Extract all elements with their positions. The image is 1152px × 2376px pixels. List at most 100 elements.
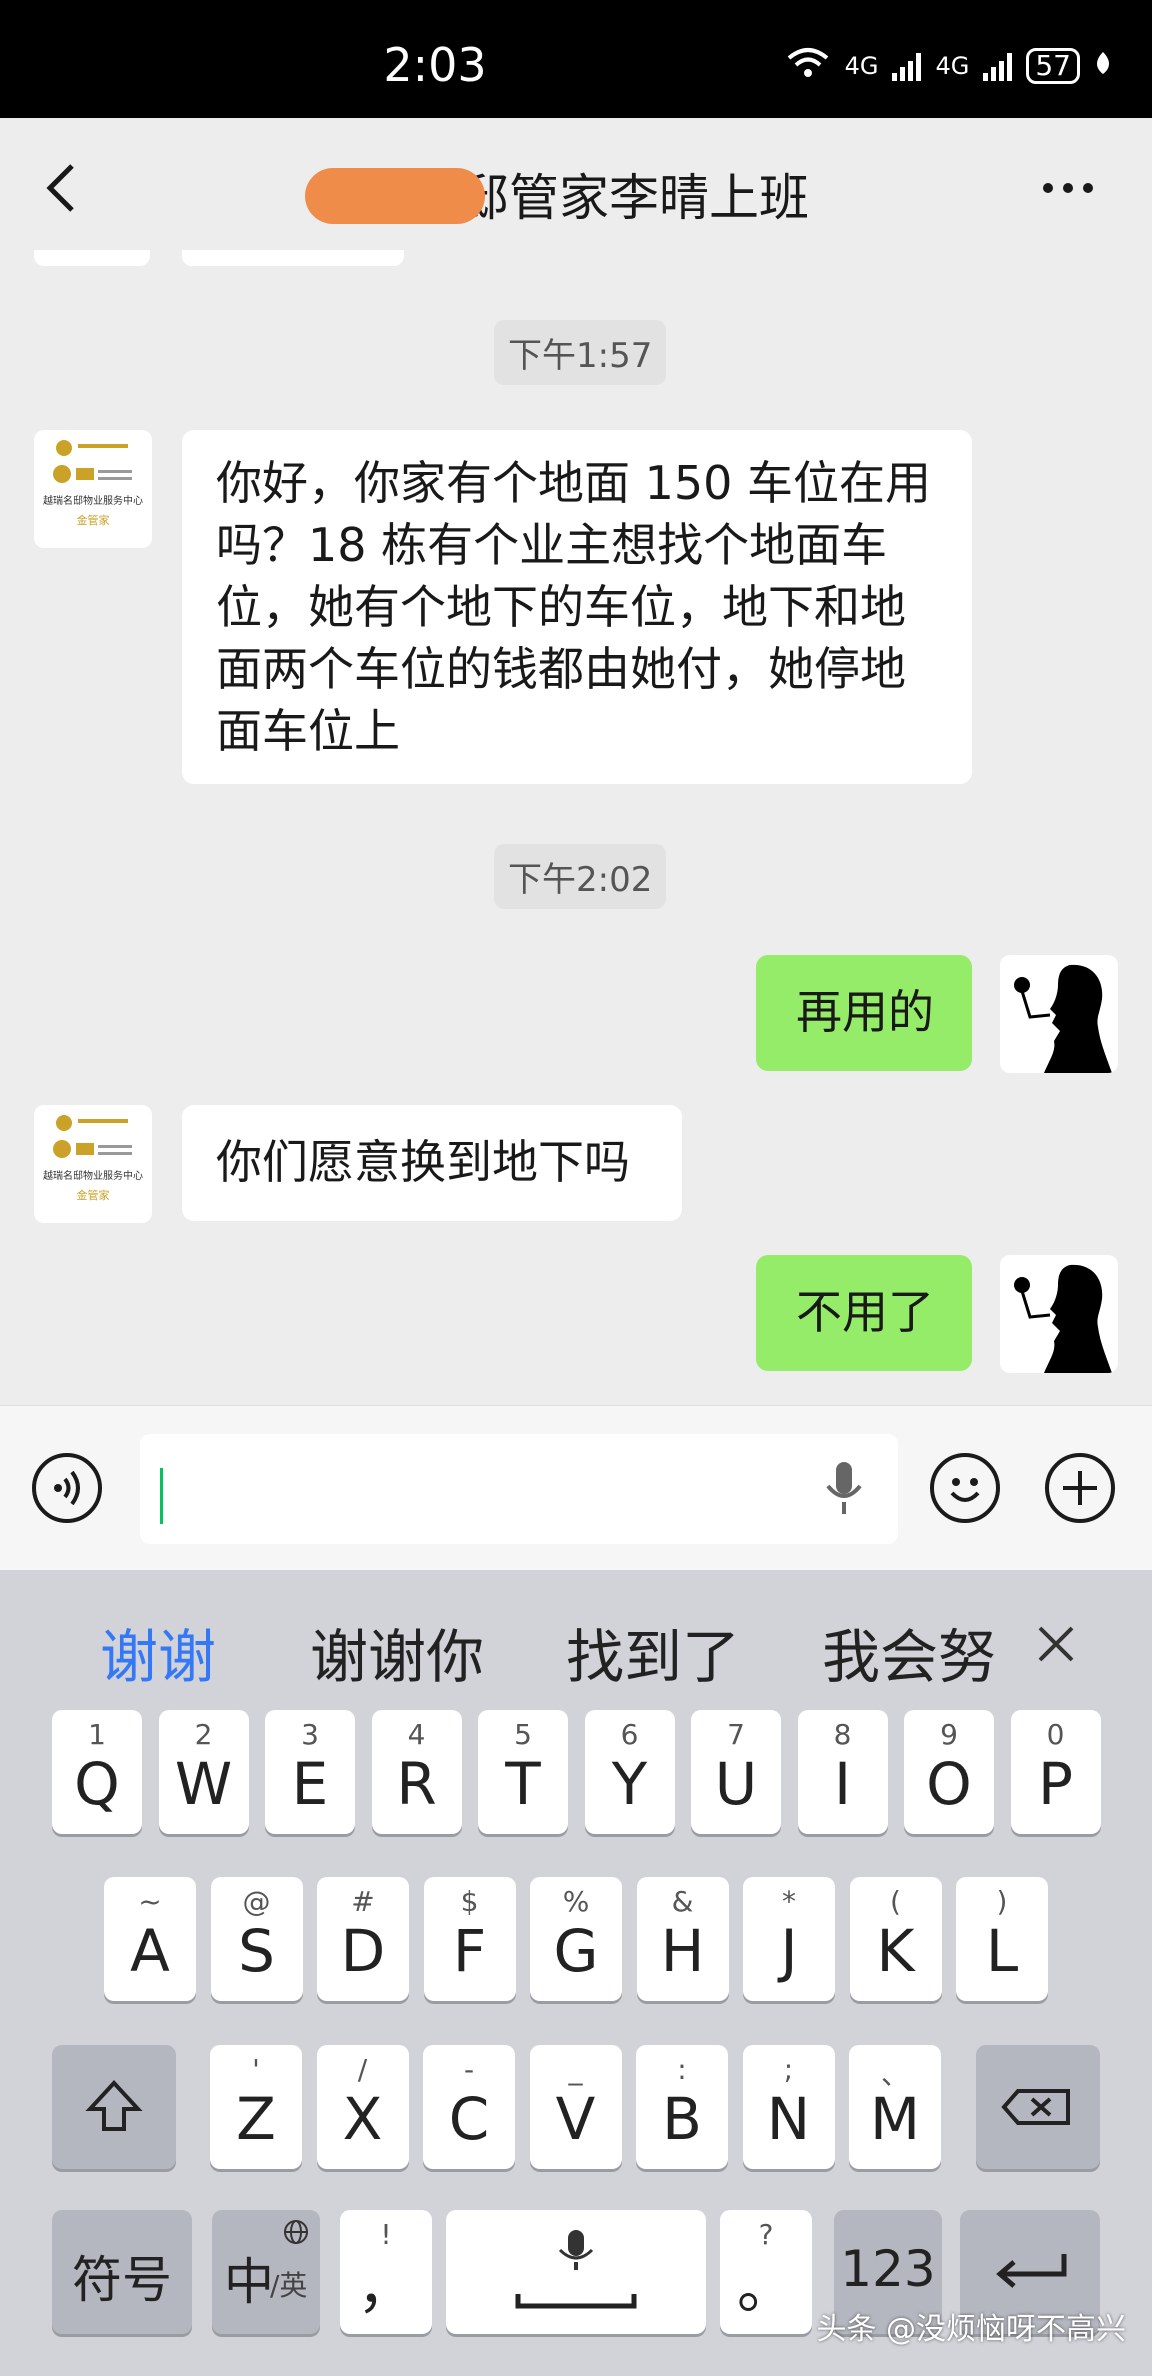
key-m[interactable]: 、 M bbox=[849, 2045, 941, 2169]
key-o[interactable]: 9O bbox=[904, 1710, 994, 1834]
key-z[interactable]: ' Z bbox=[210, 2045, 302, 2169]
key-secondary-label: $ bbox=[460, 1885, 479, 1918]
key-e[interactable]: 3E bbox=[265, 1710, 355, 1834]
key-secondary-label: _ bbox=[568, 2053, 583, 2086]
status-icons: 4G 4G 57 bbox=[785, 46, 1112, 86]
key-p[interactable]: 0P bbox=[1010, 1710, 1101, 1834]
leaf-icon bbox=[1094, 50, 1112, 82]
key-label: V bbox=[555, 2085, 596, 2153]
status-bar: 2:03 4G 4G 57 bbox=[0, 0, 1152, 118]
message-bubble[interactable]: 你好，你家有个地面 150 车位在用吗？18 栋有个业主想找个地面车位，她有个地… bbox=[182, 430, 972, 784]
symbols-key[interactable]: 符号 bbox=[52, 2210, 192, 2334]
key-k[interactable]: (K bbox=[849, 1877, 942, 2001]
key-secondary-label: * bbox=[782, 1885, 796, 1918]
mic-icon[interactable] bbox=[822, 1458, 866, 1522]
shift-icon bbox=[85, 2080, 143, 2131]
key-secondary-label: / bbox=[357, 2053, 368, 2086]
smile-icon bbox=[950, 1478, 980, 1502]
silhouette-avatar-icon bbox=[1014, 1264, 1112, 1373]
key-y[interactable]: 6Y bbox=[584, 1710, 675, 1834]
message-bubble-mine[interactable]: 再用的 bbox=[756, 955, 972, 1071]
candidate-item[interactable]: 谢谢你 bbox=[310, 1610, 484, 1694]
key-b[interactable]: :B bbox=[636, 2045, 728, 2169]
key-label: F bbox=[452, 1917, 487, 1985]
key-v[interactable]: _ V bbox=[529, 2045, 622, 2169]
key-secondary-label: ) bbox=[996, 1885, 1008, 1918]
key-label: P bbox=[1038, 1750, 1073, 1818]
timestamp: 下午1:57 bbox=[494, 320, 667, 385]
space-key[interactable] bbox=[446, 2210, 706, 2334]
key-secondary-label: 8 bbox=[833, 1718, 852, 1751]
key-q[interactable]: 1Q bbox=[52, 1710, 142, 1834]
key-f[interactable]: $ F bbox=[423, 1877, 516, 2001]
key-secondary-label: 9 bbox=[940, 1718, 958, 1751]
key-h[interactable]: & H bbox=[636, 1877, 729, 2001]
signal-2-label: 4G bbox=[935, 52, 970, 80]
redaction-mark bbox=[305, 168, 485, 224]
signal-1-icon bbox=[892, 51, 922, 81]
key-g[interactable]: % G bbox=[530, 1877, 622, 2001]
close-icon bbox=[1038, 1626, 1074, 1662]
key-n[interactable]: ; N bbox=[742, 2045, 835, 2169]
property-logo-icon: 越瑞名邸物业服务中心 金管家 bbox=[43, 1115, 143, 1202]
candidate-item[interactable]: 找到了 bbox=[566, 1610, 740, 1694]
key-d[interactable]: # D bbox=[317, 1877, 409, 2001]
key-t[interactable]: 5T bbox=[478, 1710, 568, 1834]
key-label: W bbox=[174, 1750, 233, 1818]
close-candidates-button[interactable] bbox=[1034, 1622, 1078, 1670]
key-c[interactable]: -C bbox=[423, 2045, 515, 2169]
key-u[interactable]: 7U bbox=[691, 1710, 781, 1834]
key-j[interactable]: * J bbox=[743, 1877, 835, 2001]
key-label: O bbox=[926, 1750, 972, 1818]
avatar-mine[interactable] bbox=[1000, 1255, 1118, 1373]
key-secondary-label: & bbox=[671, 1885, 694, 1918]
key-w[interactable]: 2W bbox=[158, 1710, 249, 1834]
candidate-item[interactable]: 我会努 bbox=[822, 1610, 1004, 1694]
candidate-item[interactable]: 谢谢 bbox=[100, 1610, 216, 1694]
status-time: 2:03 bbox=[383, 38, 487, 92]
text-caret bbox=[160, 1468, 163, 1524]
numbers-label: 123 bbox=[840, 2240, 936, 2298]
key-label: G bbox=[553, 1917, 599, 1985]
key-secondary-label: % bbox=[562, 1885, 590, 1918]
key-secondary-label: 4 bbox=[407, 1718, 426, 1751]
voice-toggle-button[interactable] bbox=[32, 1453, 102, 1523]
key-x[interactable]: / X bbox=[316, 2045, 409, 2169]
language-main: 中 bbox=[224, 2253, 274, 2311]
key-secondary-label: 1 bbox=[88, 1718, 106, 1751]
key-label: C bbox=[448, 2085, 490, 2153]
more-functions-button[interactable] bbox=[1045, 1453, 1115, 1523]
key-secondary-label: ~ bbox=[138, 1885, 162, 1918]
key-a[interactable]: ~ A bbox=[104, 1877, 196, 2001]
key-r[interactable]: 4R bbox=[371, 1710, 462, 1834]
message-bubble[interactable]: 你们愿意换到地下吗 bbox=[182, 1105, 682, 1221]
backspace-key[interactable] bbox=[976, 2045, 1100, 2169]
plus-icon bbox=[1063, 1471, 1097, 1505]
language-key[interactable]: 中 /英 bbox=[212, 2210, 320, 2334]
key-label: H bbox=[660, 1917, 705, 1985]
voice-icon bbox=[54, 1470, 80, 1506]
key-secondary-label: 6 bbox=[620, 1718, 639, 1751]
comma-key[interactable]: ! ， bbox=[340, 2210, 432, 2334]
avatar[interactable]: 越瑞名邸物业服务中心 金管家 bbox=[34, 430, 152, 548]
avatar-mine[interactable] bbox=[1000, 955, 1118, 1073]
symbols-label: 符号 bbox=[72, 2251, 172, 2309]
key-label: J bbox=[780, 1917, 798, 1985]
key-l[interactable]: ) L bbox=[956, 1877, 1048, 2001]
key-label: Z bbox=[236, 2085, 276, 2153]
key-s[interactable]: @ S bbox=[210, 1877, 303, 2001]
more-button[interactable] bbox=[1040, 178, 1096, 198]
period-key[interactable]: ? 。 bbox=[720, 2210, 812, 2334]
space-mic-icon bbox=[515, 2230, 637, 2309]
key-secondary-label: 7 bbox=[727, 1718, 745, 1751]
input-bar bbox=[0, 1405, 1152, 1571]
key-label: K bbox=[876, 1917, 915, 1985]
chat-title: 越 名邸管家李晴上班 bbox=[343, 169, 809, 227]
message-input[interactable] bbox=[140, 1434, 898, 1544]
shift-key[interactable] bbox=[52, 2045, 176, 2169]
key-i[interactable]: 8I bbox=[797, 1710, 888, 1834]
avatar[interactable]: 越瑞名邸物业服务中心 金管家 bbox=[34, 1105, 152, 1223]
emoji-button[interactable] bbox=[930, 1453, 1000, 1523]
message-bubble-mine[interactable]: 不用了 bbox=[756, 1255, 972, 1371]
key-secondary-label: ; bbox=[783, 2053, 794, 2086]
